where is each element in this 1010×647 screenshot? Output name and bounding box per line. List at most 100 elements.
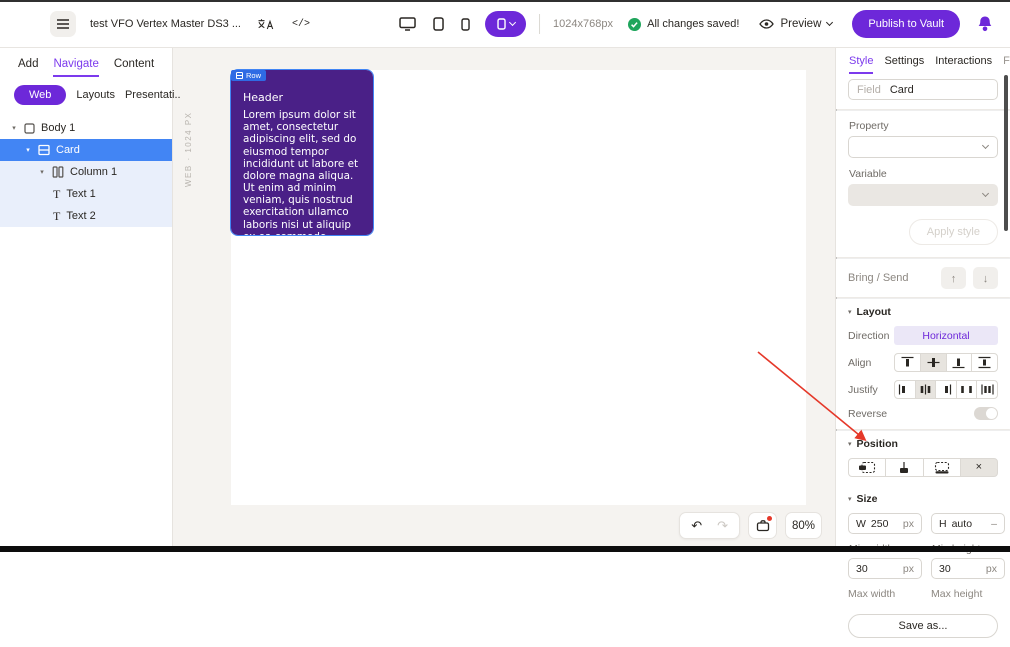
- align-stretch-button[interactable]: [971, 353, 998, 372]
- position-none-button[interactable]: ×: [960, 458, 998, 477]
- tablet-icon: [433, 17, 444, 31]
- caret-down-icon[interactable]: ▾: [24, 146, 32, 154]
- tree-item-text1[interactable]: T Text 1: [0, 183, 172, 205]
- tree-item-column[interactable]: ▾ Column 1: [0, 161, 172, 183]
- chevron-down-icon: [508, 19, 515, 26]
- mobile-device-button[interactable]: [459, 16, 472, 33]
- min-height-input[interactable]: 30 px: [931, 558, 1005, 579]
- arrow-up-icon: ↑: [951, 273, 957, 285]
- position-section-header[interactable]: ▾ Position: [848, 438, 998, 450]
- apply-style-button[interactable]: Apply style: [909, 219, 998, 245]
- tab-settings[interactable]: Settings: [884, 55, 924, 74]
- width-input-unit[interactable]: px: [903, 518, 914, 530]
- x-icon: ×: [976, 462, 982, 473]
- direction-label: Direction: [848, 330, 894, 342]
- tablet-device-button[interactable]: [431, 15, 446, 33]
- tree-item-label: Text 1: [66, 188, 95, 200]
- chevron-down-icon: [982, 190, 989, 197]
- canvas-size-label: 1024x768px: [553, 18, 613, 30]
- position-button-group: ×: [848, 458, 998, 477]
- tab-content[interactable]: Content: [114, 58, 154, 77]
- size-section-header[interactable]: ▾ Size: [848, 493, 998, 505]
- justify-end-button[interactable]: [935, 380, 957, 399]
- width-input-prefix: W: [856, 518, 866, 530]
- tab-style[interactable]: Style: [849, 55, 873, 74]
- variable-label: Variable: [849, 168, 998, 180]
- mobile-icon: [461, 18, 470, 31]
- selection-tag: Row: [231, 70, 266, 81]
- tab-overflow[interactable]: Fi ⇅: [1003, 54, 1010, 74]
- caret-down-icon[interactable]: ▾: [38, 168, 46, 176]
- pill-layouts[interactable]: Layouts: [76, 89, 115, 101]
- notification-dot: [767, 516, 772, 521]
- topbar-right-group: All changes saved! Preview Publish to Va…: [628, 0, 996, 48]
- tree-item-card[interactable]: ▾ Card: [0, 139, 172, 161]
- preview-button[interactable]: Preview: [753, 17, 838, 31]
- tree-item-label: Text 2: [66, 210, 95, 222]
- package-updates-button[interactable]: [748, 512, 777, 539]
- save-as-button[interactable]: Save as...: [848, 614, 998, 638]
- preview-label: Preview: [780, 18, 821, 30]
- position-section: ▾ Position ×: [836, 431, 1010, 486]
- caret-down-icon[interactable]: ▾: [10, 124, 18, 132]
- zoom-level-button[interactable]: 80%: [785, 512, 822, 539]
- code-icon: </>: [292, 19, 310, 30]
- align-center-button[interactable]: [920, 353, 947, 372]
- min-width-value: 30: [856, 563, 898, 575]
- height-input-unit[interactable]: –: [991, 518, 997, 530]
- tab-navigate[interactable]: Navigate: [53, 58, 98, 77]
- selected-card-element[interactable]: Row Header Lorem ipsum dolor sit amet, c…: [231, 70, 373, 235]
- bring-send-row: Bring / Send ↑ ↓: [836, 259, 1010, 297]
- send-backward-button[interactable]: ↓: [973, 267, 998, 289]
- field-name-input[interactable]: Field Card: [848, 79, 998, 100]
- variable-select[interactable]: [848, 184, 998, 206]
- direction-row: Direction Horizontal: [848, 326, 998, 345]
- width-input[interactable]: W 250 px: [848, 513, 922, 534]
- property-select[interactable]: [848, 136, 998, 158]
- reverse-toggle[interactable]: [974, 407, 998, 420]
- layout-section-header[interactable]: ▾ Layout: [848, 306, 998, 318]
- height-input[interactable]: H auto –: [931, 513, 1005, 534]
- text-icon: T: [53, 210, 60, 222]
- justify-start-button[interactable]: [894, 380, 916, 399]
- bring-forward-button[interactable]: ↑: [941, 267, 966, 289]
- justify-around-button[interactable]: [976, 380, 998, 399]
- tree-item-text2[interactable]: T Text 2: [0, 205, 172, 227]
- position-relative-button[interactable]: [848, 458, 886, 477]
- redo-button[interactable]: ↷: [717, 519, 728, 532]
- topbar-divider: [539, 14, 540, 34]
- tab-add[interactable]: Add: [18, 58, 38, 77]
- align-bottom-button[interactable]: [946, 353, 973, 372]
- tree-item-body[interactable]: ▾ Body 1: [0, 117, 172, 139]
- position-absolute-button[interactable]: [885, 458, 923, 477]
- min-width-input[interactable]: 30 px: [848, 558, 922, 579]
- undo-button[interactable]: ↶: [691, 519, 702, 532]
- min-height-unit[interactable]: px: [986, 563, 997, 575]
- layout-section-title: Layout: [857, 306, 891, 318]
- publish-button[interactable]: Publish to Vault: [852, 10, 960, 38]
- canvas-area[interactable]: WEB · 1024 PX Row Header Lorem ipsum dol…: [173, 48, 835, 552]
- direction-value-button[interactable]: Horizontal: [894, 326, 998, 345]
- translate-button[interactable]: [255, 16, 276, 32]
- pill-presentations[interactable]: Presentati..: [125, 89, 181, 101]
- translate-icon: [257, 18, 274, 30]
- justify-between-button[interactable]: [956, 380, 978, 399]
- position-fixed-button[interactable]: [923, 458, 961, 477]
- chevron-down-icon: [982, 142, 989, 149]
- pill-web[interactable]: Web: [14, 85, 66, 105]
- view-pills: Web Layouts Presentati..: [0, 77, 172, 115]
- active-device-dropdown-button[interactable]: [485, 11, 526, 37]
- notifications-button[interactable]: [974, 13, 996, 35]
- row-icon: [38, 144, 50, 156]
- height-input-prefix: H: [939, 518, 947, 530]
- justify-center-button[interactable]: [915, 380, 937, 399]
- desktop-device-button[interactable]: [397, 15, 418, 33]
- column-icon: [52, 166, 64, 178]
- tab-interactions[interactable]: Interactions: [935, 55, 992, 74]
- align-top-button[interactable]: [894, 353, 921, 372]
- body-icon: [24, 123, 35, 134]
- code-view-button[interactable]: </>: [290, 17, 312, 32]
- panel-scrollbar[interactable]: [1004, 75, 1008, 231]
- min-width-unit[interactable]: px: [903, 563, 914, 575]
- hamburger-menu-button[interactable]: [50, 11, 76, 37]
